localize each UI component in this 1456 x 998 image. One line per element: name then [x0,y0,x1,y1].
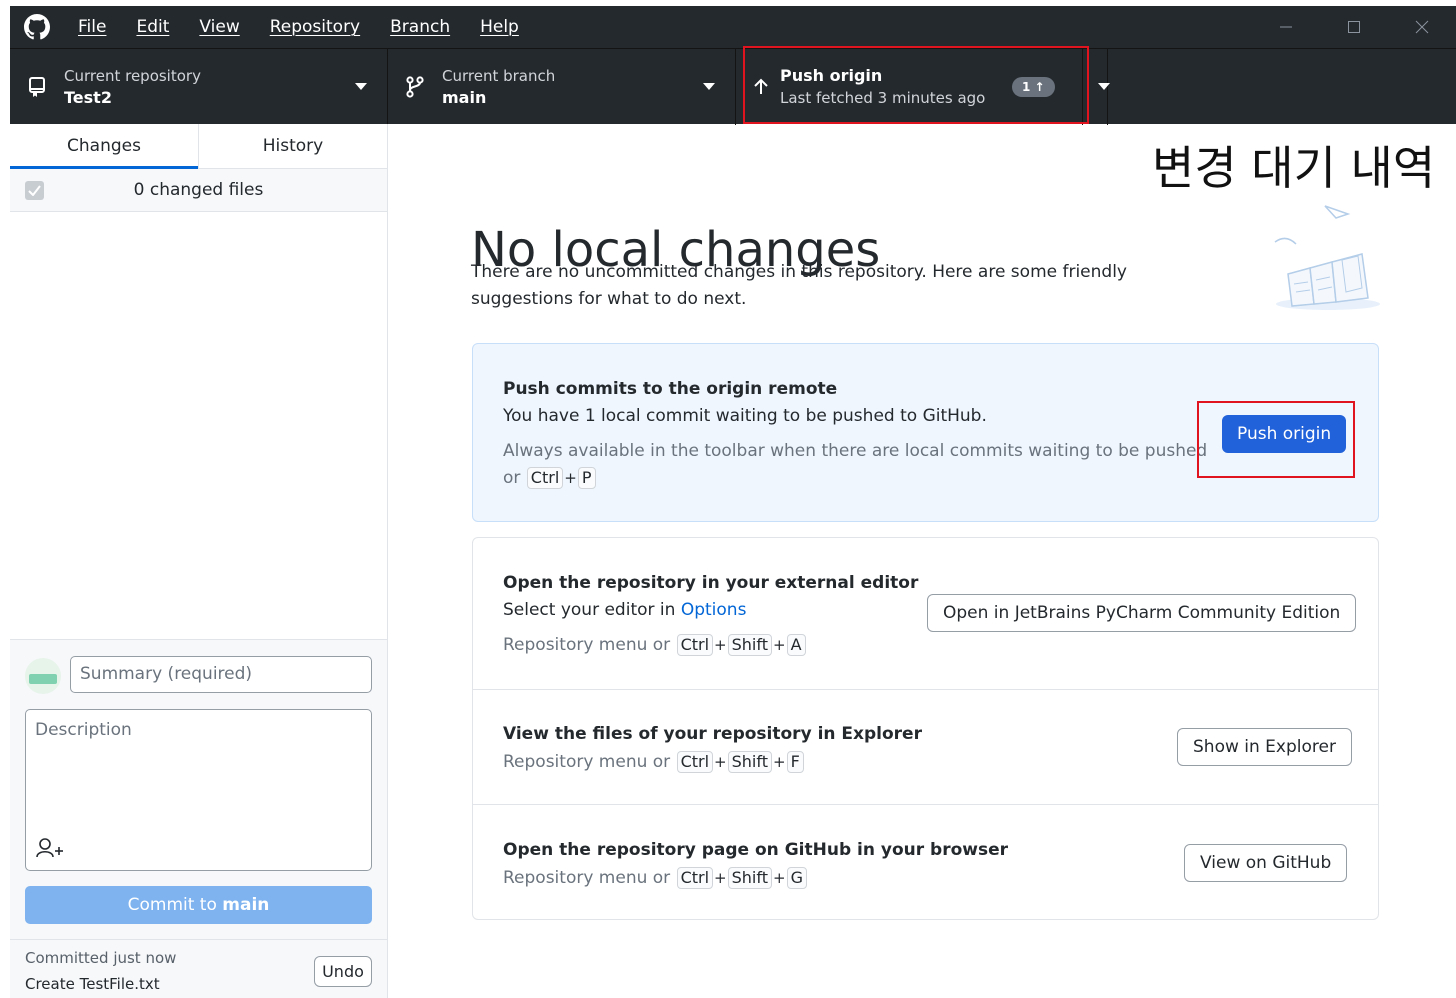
github-title: Open the repository page on GitHub in yo… [503,840,1009,860]
show-in-explorer-button[interactable]: Show in Explorer [1177,728,1352,766]
avatar [25,658,61,694]
tab-changes[interactable]: Changes [10,124,198,169]
push-suggestion-card: Push commits to the origin remote You ha… [472,343,1379,522]
sidebar: Changes History 0 changed files Summary … [10,124,388,998]
annotation-label: 변경 대기 내역 [1152,141,1436,195]
title-bar: File Edit View Repository Branch Help [10,6,1456,48]
kbd-ctrl: Ctrl [676,751,714,773]
page-subtitle: There are no uncommitted changes in this… [471,262,1127,309]
push-card-title: Push commits to the origin remote [503,379,838,399]
last-commit-time: Committed just now [25,949,177,967]
commit-button-prefix: Commit to [127,895,217,915]
push-card-description: You have 1 local commit waiting to be pu… [503,406,987,426]
push-title: Push origin [780,66,883,85]
push-card-shortcut: or Ctrl + P [503,467,597,489]
github-logo-icon[interactable] [10,14,64,40]
branch-icon [388,76,442,98]
menu-edit[interactable]: Edit [121,17,184,37]
tab-history[interactable]: History [198,124,387,168]
view-on-github-button[interactable]: View on GitHub [1184,844,1348,882]
kbd-p: P [577,467,596,489]
suggestions-card: Open the repository in your external edi… [472,537,1379,920]
menu-file[interactable]: File [64,17,121,37]
github-suggestion: Open the repository page on GitHub in yo… [473,804,1378,919]
push-card-hint: Always available in the toolbar when the… [503,441,1208,461]
last-commit-panel: Committed just now Create TestFile.txt U… [10,939,387,998]
kbd-shift: Shift [727,634,772,656]
menu-branch[interactable]: Branch [375,17,465,37]
description-textarea[interactable]: Description [25,709,372,871]
repo-icon [10,76,64,98]
toolbar: Current repository Test2 Current branch … [10,48,1456,125]
editor-desc-prefix: Select your editor in [503,600,676,620]
kbd-f: F [786,751,804,773]
current-repository-button[interactable]: Current repository Test2 [10,49,388,125]
shortcut-hint: Repository menu or [503,635,671,655]
changed-files-count: 0 changed files [133,180,264,200]
kbd-ctrl: Ctrl [526,467,564,489]
undo-button[interactable]: Undo [314,956,372,987]
push-origin-button[interactable]: Push origin [1222,415,1347,453]
push-origin-section: Push origin Last fetched 3 minutes ago 1… [736,49,1110,125]
kbd-shift: Shift [727,751,772,773]
github-shortcut: Repository menu or Ctrl + Shift + G [503,867,808,889]
menu-view[interactable]: View [184,17,254,37]
commit-button[interactable]: Commit to main [25,886,372,924]
kbd-g: G [786,867,807,889]
repository-label: Current repository [64,67,201,85]
current-branch-button[interactable]: Current branch main [388,49,736,125]
options-link[interactable]: Options [681,600,747,620]
commit-form: Summary (required) Description Commit to… [10,639,387,939]
chevron-down-icon [355,83,367,90]
branch-name: main [442,88,487,107]
editor-suggestion: Open the repository in your external edi… [473,538,1378,689]
empty-state-illustration [1270,200,1382,316]
chevron-down-icon [703,83,715,90]
open-in-editor-button[interactable]: Open in JetBrains PyCharm Community Edit… [927,594,1357,632]
minimize-icon[interactable] [1252,6,1320,48]
window-controls [1252,6,1456,48]
menu-repository[interactable]: Repository [255,17,375,37]
editor-description: Select your editor in Options [503,600,746,620]
changed-files-header: 0 changed files [10,169,387,212]
kbd-ctrl: Ctrl [676,867,714,889]
repository-name: Test2 [64,88,112,107]
shortcut-hint: Repository menu or [503,752,671,772]
push-subtitle: Last fetched 3 minutes ago [780,89,986,107]
last-commit-message: Create TestFile.txt [25,975,160,993]
arrow-up-icon [742,78,780,96]
shortcut-or: or [503,468,521,488]
kbd-a: A [786,634,806,656]
menu-bar: File Edit View Repository Branch Help [64,17,534,37]
editor-title: Open the repository in your external edi… [503,573,919,593]
kbd-shift: Shift [727,867,772,889]
menu-help[interactable]: Help [465,17,534,37]
divider [1082,49,1083,125]
close-icon[interactable] [1388,6,1456,48]
summary-input[interactable]: Summary (required) [70,656,372,693]
branch-label: Current branch [442,67,556,85]
shortcut-hint: Repository menu or [503,868,671,888]
select-all-checkbox[interactable] [25,181,44,200]
editor-shortcut: Repository menu or Ctrl + Shift + A [503,634,807,656]
maximize-icon[interactable] [1320,6,1388,48]
ahead-count-badge: 1 ↑ [1012,77,1055,97]
explorer-title: View the files of your repository in Exp… [503,724,922,744]
tab-bar: Changes History [10,124,387,169]
add-coauthor-icon[interactable] [35,837,65,863]
explorer-shortcut: Repository menu or Ctrl + Shift + F [503,751,805,773]
commit-button-branch: main [222,895,270,915]
push-dropdown-chevron-icon[interactable] [1098,83,1110,90]
description-placeholder: Description [35,720,132,740]
explorer-suggestion: View the files of your repository in Exp… [473,689,1378,804]
kbd-ctrl: Ctrl [676,634,714,656]
